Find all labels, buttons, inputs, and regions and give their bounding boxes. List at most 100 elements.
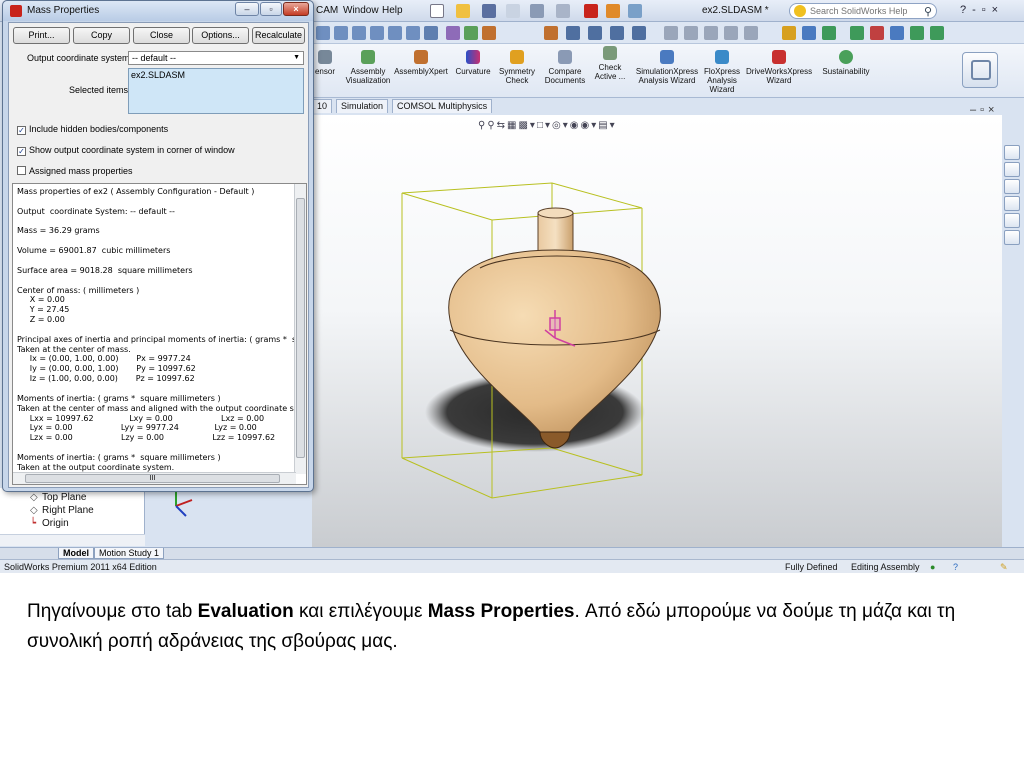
dialog-close-x-button[interactable]: × xyxy=(283,2,309,16)
toolbar-tool-icon[interactable] xyxy=(930,26,944,40)
toolbar-tool-icon[interactable] xyxy=(446,26,460,40)
print-button[interactable]: Print... xyxy=(13,27,70,44)
assigned-mass-properties-checkbox[interactable]: Assigned mass properties xyxy=(17,166,133,176)
selected-item[interactable]: ex2.SLDASM xyxy=(131,70,185,80)
toolbar-tool-icon[interactable] xyxy=(704,26,718,40)
help-search-box[interactable]: ⚲ xyxy=(789,3,937,19)
help-search-input[interactable] xyxy=(810,5,910,17)
selected-items-list[interactable]: ex2.SLDASM xyxy=(128,68,304,114)
toolbar-tool-icon[interactable] xyxy=(406,26,420,40)
caption-command: Mass Properties xyxy=(427,601,575,622)
dialog-title-bar[interactable]: Mass Properties – ▫ × xyxy=(3,1,313,21)
toolbar-tool-icon[interactable] xyxy=(334,26,348,40)
minimize-button[interactable]: – xyxy=(235,2,259,16)
custom-properties-icon[interactable] xyxy=(1004,230,1020,245)
home-icon[interactable] xyxy=(1004,145,1020,160)
ribbon-assemblyxpert-button[interactable]: AssemblyXpert xyxy=(394,50,448,76)
include-hidden-bodies-checkbox[interactable]: ✓ Include hidden bodies/components xyxy=(17,124,168,135)
tree-item-origin[interactable]: ┕ Origin xyxy=(30,518,69,529)
tree-horizontal-scrollbar[interactable] xyxy=(0,534,145,546)
close-button[interactable]: Close xyxy=(133,27,190,44)
ribbon-curvature-button[interactable]: Curvature xyxy=(452,50,494,76)
ribbon-assembly-visualization-button[interactable]: Assembly Visualization xyxy=(342,50,394,85)
tab-10[interactable]: 10 xyxy=(312,99,333,113)
window-controls[interactable]: ?-▫× xyxy=(960,4,1004,16)
save-icon[interactable] xyxy=(482,4,496,18)
toolbar-tool-icon[interactable] xyxy=(566,26,580,40)
toolbar-tool-icon[interactable] xyxy=(388,26,402,40)
search-icon[interactable]: ⚲ xyxy=(924,5,932,18)
output-coordinate-select[interactable]: -- default -- ▼ xyxy=(128,51,304,65)
tree-item-right-plane[interactable]: ◇ Right Plane xyxy=(30,505,94,516)
mass-properties-results[interactable]: Mass properties of ex2 ( Assembly Config… xyxy=(12,183,307,485)
spinning-top-model[interactable] xyxy=(380,180,680,510)
menu-help[interactable]: Help xyxy=(382,5,403,16)
scrollbar-thumb[interactable] xyxy=(296,198,305,458)
tab-model[interactable]: Model xyxy=(58,548,94,559)
options-icon[interactable] xyxy=(628,4,642,18)
toolbar-tool-icon[interactable] xyxy=(464,26,478,40)
toolbar-tool-icon[interactable] xyxy=(588,26,602,40)
ribbon-symmetry-check-button[interactable]: Symmetry Check xyxy=(497,50,537,85)
tree-item-top-plane[interactable]: ◇ Top Plane xyxy=(30,492,86,503)
results-horizontal-scrollbar[interactable]: III xyxy=(13,472,296,484)
toolbar-tool-icon[interactable] xyxy=(724,26,738,40)
heads-up-view-toolbar[interactable]: ⚲⚲⇆▦▩▾□▾◎▾◉◉▾▤▾ xyxy=(478,120,617,131)
toolbar-tool-icon[interactable] xyxy=(870,26,884,40)
options-button[interactable]: Options... xyxy=(192,27,249,44)
toolbar-tool-icon[interactable] xyxy=(684,26,698,40)
toolbar-tool-icon[interactable] xyxy=(664,26,678,40)
ribbon-sustainability-button[interactable]: Sustainability xyxy=(818,50,874,76)
toolbar-tool-icon[interactable] xyxy=(890,26,904,40)
print-icon[interactable] xyxy=(506,4,520,18)
file-properties-icon[interactable] xyxy=(606,4,620,18)
toolbar-tool-icon[interactable] xyxy=(610,26,624,40)
ribbon-driveworksxpress-button[interactable]: DriveWorksXpress Wizard xyxy=(746,50,812,85)
ribbon-floxpress-button[interactable]: FloXpress Analysis Wizard xyxy=(700,50,744,94)
toolbar-tool-icon[interactable] xyxy=(782,26,796,40)
toolbar-tool-icon[interactable] xyxy=(802,26,816,40)
ribbon-expand-button[interactable] xyxy=(962,52,998,88)
ribbon-label: FloXpress Analysis Wizard xyxy=(703,67,740,94)
view-palette-icon[interactable] xyxy=(1004,196,1020,211)
ribbon-compare-documents-button[interactable]: Compare Documents xyxy=(542,50,588,85)
ribbon-check-active-button[interactable]: Check Active ... xyxy=(590,46,630,81)
rebuild-status-icon[interactable]: ● xyxy=(930,562,935,572)
scrollbar-thumb[interactable]: III xyxy=(25,474,280,483)
symmetry-check-icon xyxy=(510,50,524,64)
toolbar-tool-icon[interactable] xyxy=(544,26,558,40)
show-output-coordinate-checkbox[interactable]: ✓ Show output coordinate system in corner… xyxy=(17,145,235,156)
new-document-icon[interactable] xyxy=(430,4,444,18)
appearances-icon[interactable] xyxy=(1004,213,1020,228)
undo-icon[interactable] xyxy=(530,4,544,18)
recalculate-button[interactable]: Recalculate xyxy=(252,27,305,44)
ribbon-simulationxpress-button[interactable]: SimulationXpress Analysis Wizard xyxy=(634,50,700,85)
toolbar-tool-icon[interactable] xyxy=(632,26,646,40)
toolbar-tool-icon[interactable] xyxy=(352,26,366,40)
toolbar-tool-icon[interactable] xyxy=(822,26,836,40)
tab-comsol-multiphysics[interactable]: COMSOL Multiphysics xyxy=(392,99,493,113)
maximize-button[interactable]: ▫ xyxy=(260,2,282,16)
open-folder-icon[interactable] xyxy=(456,4,470,18)
result-line: Center of mass: ( millimeters ) xyxy=(17,285,140,295)
ribbon-sensor-button[interactable]: ensor xyxy=(314,50,336,76)
rebuild-icon[interactable] xyxy=(584,4,598,18)
toolbar-tool-icon[interactable] xyxy=(482,26,496,40)
help-icon[interactable]: ? xyxy=(953,562,958,572)
select-icon[interactable] xyxy=(556,4,570,18)
file-explorer-icon[interactable] xyxy=(1004,179,1020,194)
design-library-icon[interactable] xyxy=(1004,162,1020,177)
tab-simulation[interactable]: Simulation xyxy=(336,99,389,113)
toolbar-tool-icon[interactable] xyxy=(424,26,438,40)
menu-window[interactable]: Window xyxy=(343,5,379,16)
toolbar-tool-icon[interactable] xyxy=(910,26,924,40)
toolbar-tool-icon[interactable] xyxy=(370,26,384,40)
copy-button[interactable]: Copy xyxy=(73,27,130,44)
toolbar-tool-icon[interactable] xyxy=(850,26,864,40)
pencil-icon[interactable]: ✎ xyxy=(1000,562,1008,573)
toolbar-tool-icon[interactable] xyxy=(744,26,758,40)
menu-cam[interactable]: CAM xyxy=(316,5,338,16)
toolbar-tool-icon[interactable] xyxy=(316,26,330,40)
results-vertical-scrollbar[interactable] xyxy=(294,184,306,474)
tab-motion-study-1[interactable]: Motion Study 1 xyxy=(94,548,165,559)
